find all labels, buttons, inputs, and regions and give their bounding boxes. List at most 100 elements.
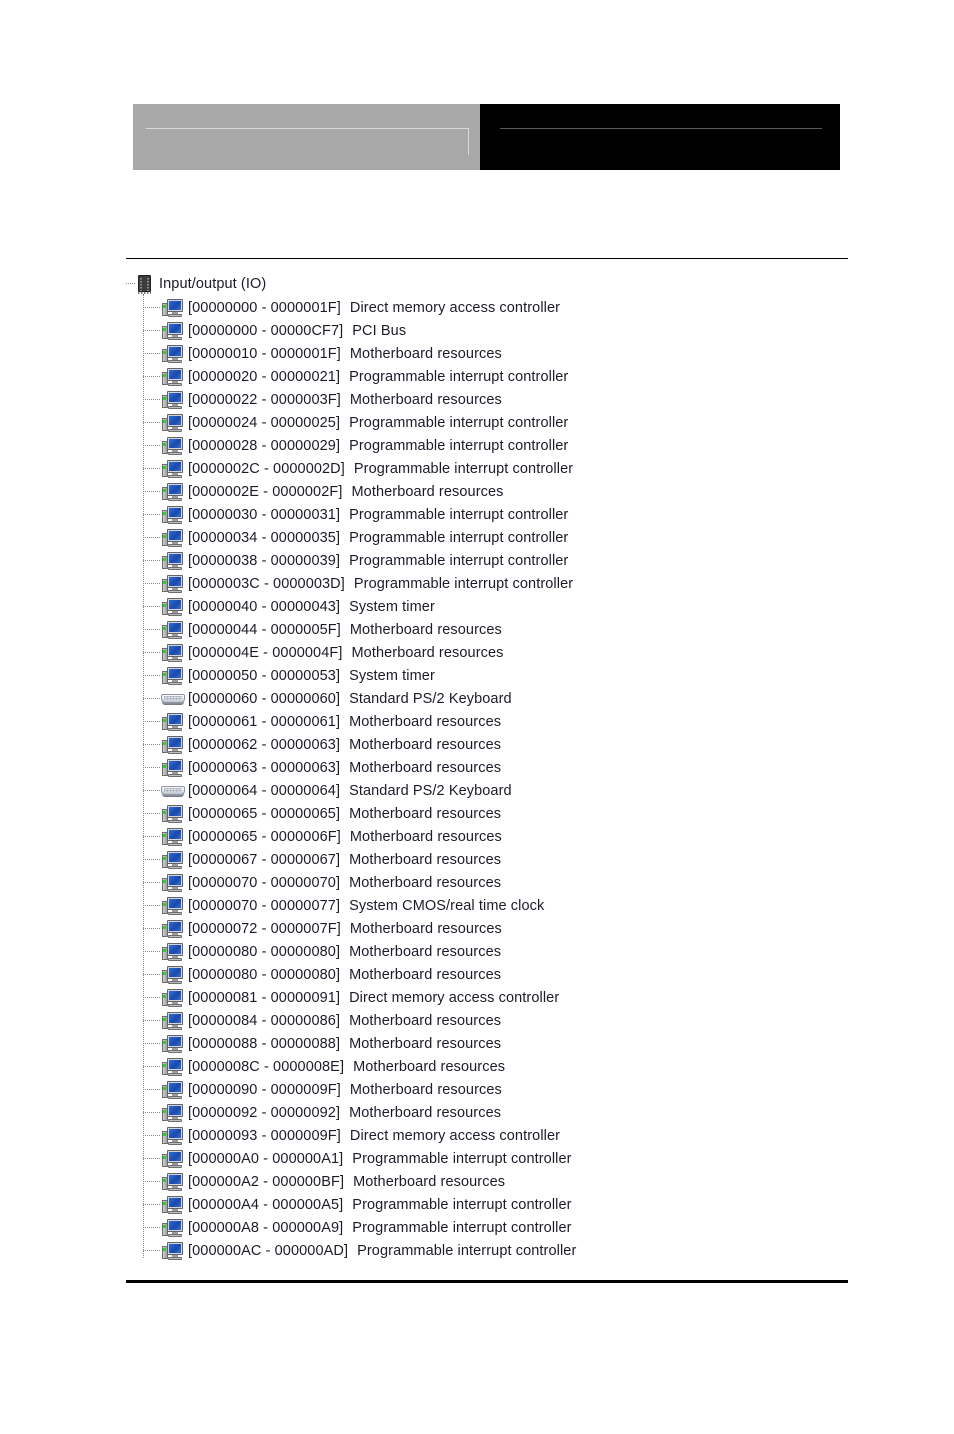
tree-row[interactable]: [00000070 - 00000070] Motherboard resourc… bbox=[133, 871, 848, 894]
tree-row[interactable]: [0000008C - 0000008E] Motherboard resourc… bbox=[133, 1055, 848, 1078]
resource-range: [00000072 - 0000007F] bbox=[188, 920, 341, 937]
tree-row[interactable]: [00000065 - 0000006F] Motherboard resourc… bbox=[133, 825, 848, 848]
tree-row[interactable]: [0000003C - 0000003D] Programmable interr… bbox=[133, 572, 848, 595]
resource-device-name: Direct memory access controller bbox=[349, 1127, 561, 1144]
tree-row-connector bbox=[143, 445, 160, 447]
computer-icon bbox=[160, 1126, 188, 1146]
tree-row-connector bbox=[143, 675, 160, 677]
computer-icon bbox=[160, 896, 188, 916]
tree-row[interactable]: [00000024 - 00000025] Programmable interr… bbox=[133, 411, 848, 434]
tree-row[interactable]: [00000084 - 00000086] Motherboard resourc… bbox=[133, 1009, 848, 1032]
resource-device-name: Programmable interrupt controller bbox=[349, 529, 569, 546]
tree-children: [00000000 - 0000001F] Direct memory acces… bbox=[133, 296, 848, 1262]
tree-row[interactable]: [000000A8 - 000000A9] Programmable interr… bbox=[133, 1216, 848, 1239]
content-bottom-divider bbox=[126, 1280, 848, 1283]
resource-device-name: Programmable interrupt controller bbox=[352, 1196, 572, 1213]
tree-row[interactable]: [00000022 - 0000003F] Motherboard resourc… bbox=[133, 388, 848, 411]
resource-range: [00000070 - 00000070] bbox=[188, 874, 341, 891]
tree-row[interactable]: [0000004E - 0000004F] Motherboard resourc… bbox=[133, 641, 848, 664]
resource-device-name: Motherboard resources bbox=[349, 759, 502, 776]
resource-range: [00000062 - 00000063] bbox=[188, 736, 341, 753]
tree-row[interactable]: [00000072 - 0000007F] Motherboard resourc… bbox=[133, 917, 848, 940]
computer-icon bbox=[160, 643, 188, 663]
resource-device-name: Motherboard resources bbox=[349, 736, 502, 753]
resource-range: [000000A0 - 000000A1] bbox=[188, 1150, 344, 1167]
computer-icon bbox=[160, 827, 188, 847]
tree-row[interactable]: [00000020 - 00000021] Programmable interr… bbox=[133, 365, 848, 388]
tree-row[interactable]: [00000093 - 0000009F] Direct memory acces… bbox=[133, 1124, 848, 1147]
tree-row-connector bbox=[143, 928, 160, 930]
resource-device-name: Motherboard resources bbox=[351, 644, 504, 661]
resource-range: [000000A2 - 000000BF] bbox=[188, 1173, 345, 1190]
resource-range: [00000064 - 00000064] bbox=[188, 782, 341, 799]
tree-row-connector bbox=[143, 974, 160, 976]
tree-row[interactable]: [00000040 - 00000043] System timer bbox=[133, 595, 848, 618]
tree-row[interactable]: [00000000 - 0000001F] Direct memory acces… bbox=[133, 296, 848, 319]
tree-row-connector bbox=[143, 1135, 160, 1137]
tree-row[interactable]: [00000081 - 00000091] Direct memory acces… bbox=[133, 986, 848, 1009]
tree-row[interactable]: [0000002E - 0000002F] Motherboard resourc… bbox=[133, 480, 848, 503]
tree-row-connector bbox=[143, 1227, 160, 1229]
tree-row[interactable]: [0000002C - 0000002D] Programmable interr… bbox=[133, 457, 848, 480]
resource-range: [00000034 - 00000035] bbox=[188, 529, 341, 546]
tree-row[interactable]: [000000A2 - 000000BF] Motherboard resourc… bbox=[133, 1170, 848, 1193]
tree-row-connector bbox=[143, 836, 160, 838]
tree-row[interactable]: [000000A0 - 000000A1] Programmable interr… bbox=[133, 1147, 848, 1170]
tree-row[interactable]: [00000080 - 00000080] Motherboard resourc… bbox=[133, 963, 848, 986]
computer-icon bbox=[160, 1057, 188, 1077]
resource-device-name: System timer bbox=[349, 598, 435, 615]
tree-row[interactable]: [00000092 - 00000092] Motherboard resourc… bbox=[133, 1101, 848, 1124]
tree-row[interactable]: [00000065 - 00000065] Motherboard resourc… bbox=[133, 802, 848, 825]
header-banner-right-block bbox=[480, 104, 840, 170]
computer-icon bbox=[160, 482, 188, 502]
resource-range: [000000AC - 000000AD] bbox=[188, 1242, 349, 1259]
tree-row[interactable]: [000000A4 - 000000A5] Programmable interr… bbox=[133, 1193, 848, 1216]
tree-row[interactable]: [00000064 - 00000064] Standard PS/2 Keybo… bbox=[133, 779, 848, 802]
tree-row[interactable]: [00000028 - 00000029] Programmable interr… bbox=[133, 434, 848, 457]
tree-row[interactable]: [00000050 - 00000053] System timer bbox=[133, 664, 848, 687]
tree-row-connector bbox=[143, 629, 160, 631]
tree-row[interactable]: [00000063 - 00000063] Motherboard resourc… bbox=[133, 756, 848, 779]
resource-range: [00000090 - 0000009F] bbox=[188, 1081, 341, 1098]
tree-row[interactable]: [00000070 - 00000077] System CMOS/real ti… bbox=[133, 894, 848, 917]
computer-icon bbox=[160, 1034, 188, 1054]
resource-device-name: Motherboard resources bbox=[349, 345, 502, 362]
tree-row[interactable]: [00000000 - 00000CF7] PCI Bus bbox=[133, 319, 848, 342]
tree-row[interactable]: [00000090 - 0000009F] Motherboard resourc… bbox=[133, 1078, 848, 1101]
tree-row[interactable]: [00000030 - 00000031] Programmable interr… bbox=[133, 503, 848, 526]
resource-range: [00000065 - 00000065] bbox=[188, 805, 341, 822]
tree-row-connector bbox=[143, 652, 160, 654]
tree-row-connector bbox=[143, 721, 160, 723]
resource-range: [00000028 - 00000029] bbox=[188, 437, 341, 454]
resource-range: [00000061 - 00000061] bbox=[188, 713, 341, 730]
resource-device-name: Motherboard resources bbox=[349, 1012, 502, 1029]
tree-root-node[interactable]: Input/output (IO) bbox=[126, 272, 848, 296]
header-banner bbox=[133, 104, 840, 170]
tree-row-connector bbox=[143, 353, 160, 355]
tree-row[interactable]: [00000038 - 00000039] Programmable interr… bbox=[133, 549, 848, 572]
resource-range: [00000038 - 00000039] bbox=[188, 552, 341, 569]
tree-row[interactable]: [00000044 - 0000005F] Motherboard resourc… bbox=[133, 618, 848, 641]
resource-range: [00000088 - 00000088] bbox=[188, 1035, 341, 1052]
tree-row-connector bbox=[143, 376, 160, 378]
tree-row[interactable]: [00000088 - 00000088] Motherboard resourc… bbox=[133, 1032, 848, 1055]
tree-row-connector bbox=[143, 1181, 160, 1183]
computer-icon bbox=[160, 367, 188, 387]
tree-row[interactable]: [00000062 - 00000063] Motherboard resourc… bbox=[133, 733, 848, 756]
resource-device-name: Programmable interrupt controller bbox=[352, 1219, 572, 1236]
resource-range: [0000002C - 0000002D] bbox=[188, 460, 345, 477]
tree-row-connector bbox=[143, 859, 160, 861]
tree-row[interactable]: [00000060 - 00000060] Standard PS/2 Keybo… bbox=[133, 687, 848, 710]
tree-row[interactable]: [000000AC - 000000AD] Programmable interr… bbox=[133, 1239, 848, 1262]
tree-row[interactable]: [00000080 - 00000080] Motherboard resourc… bbox=[133, 940, 848, 963]
computer-icon bbox=[160, 321, 188, 341]
resource-range: [00000084 - 00000086] bbox=[188, 1012, 341, 1029]
tree-row[interactable]: [00000067 - 00000067] Motherboard resourc… bbox=[133, 848, 848, 871]
computer-icon bbox=[160, 1172, 188, 1192]
resource-range: [00000000 - 00000CF7] bbox=[188, 322, 344, 339]
tree-row[interactable]: [00000010 - 0000001F] Motherboard resourc… bbox=[133, 342, 848, 365]
tree-row[interactable]: [00000034 - 00000035] Programmable interr… bbox=[133, 526, 848, 549]
resource-device-name: PCI Bus bbox=[352, 322, 407, 339]
tree-row[interactable]: [00000061 - 00000061] Motherboard resourc… bbox=[133, 710, 848, 733]
resource-device-name: Direct memory access controller bbox=[349, 299, 561, 316]
